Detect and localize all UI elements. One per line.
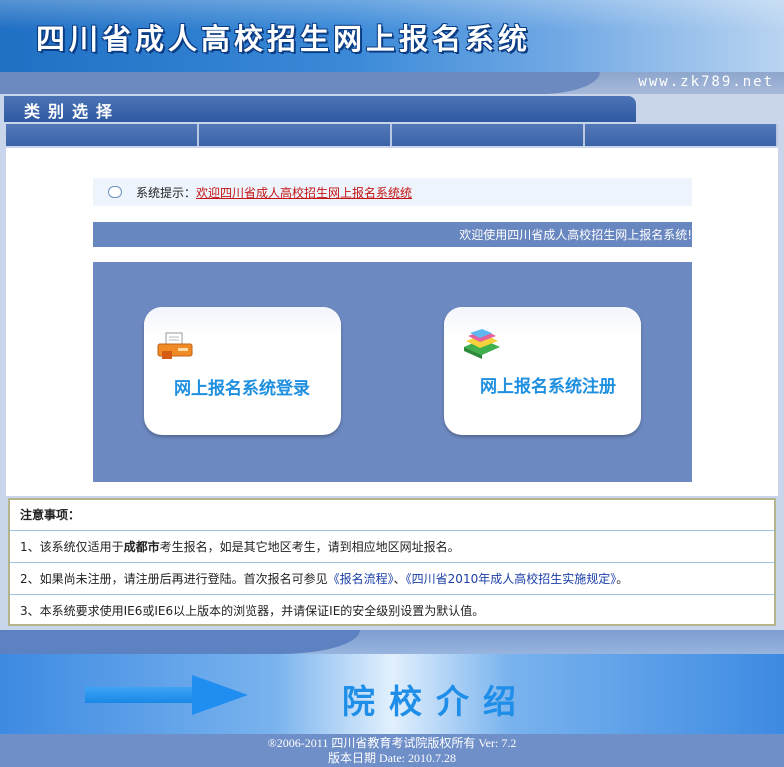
note-text: 。 <box>616 572 629 586</box>
category-label: 类别选择 <box>24 102 121 121</box>
note-text: 考生报名，如是其它地区考生，请到相应地区网址报名。 <box>159 540 460 554</box>
notes-title: 注意事项： <box>20 508 81 522</box>
arrow-right-icon <box>85 687 195 703</box>
note-item-3: 3、本系统要求使用IE6或IE6以上版本的浏览器，并请保证IE的安全级别设置为默… <box>20 604 485 618</box>
category-tab-4[interactable] <box>585 124 778 146</box>
category-tab-3[interactable] <box>392 124 585 146</box>
register-label[interactable]: 网上报名系统注册 <box>480 372 616 397</box>
note-text: 1、该系统仅适用于 <box>20 540 124 554</box>
site-title: 四川省成人高校招生网上报名系统 <box>36 22 532 56</box>
process-link[interactable]: 《报名流程》 <box>328 572 394 586</box>
notice-link[interactable]: 欢迎四川省成人高校招生网上报名系统统 <box>196 184 412 201</box>
regulation-link[interactable]: 《四川省2010年成人高校招生实施规定》 <box>406 572 617 586</box>
note-item-1: 1、该系统仅适用于成都市考生报名，如是其它地区考生，请到相应地区网址报名。 <box>20 532 760 562</box>
note-text: 2、如果尚未注册，请注册后再进行登陆。首次报名可参见 <box>20 572 328 586</box>
welcome-text: 欢迎使用四川省成人高校招生网上报名系统! <box>459 228 692 242</box>
note-highlight: 成都市 <box>123 540 160 554</box>
footer-curve <box>0 630 360 654</box>
category-tab-1[interactable] <box>6 124 199 146</box>
version-date: 版本日期 Date: 2010.7.28 <box>328 751 456 765</box>
divider <box>10 562 774 563</box>
category-strip <box>6 124 778 146</box>
note-item-2: 2、如果尚未注册，请注册后再进行登陆。首次报名可参见《报名流程》、《四川省201… <box>20 564 760 594</box>
books-icon <box>464 329 500 359</box>
url-bar-curve <box>0 72 600 94</box>
printer-icon <box>157 332 193 359</box>
login-card-button[interactable] <box>144 307 341 435</box>
divider <box>10 530 774 531</box>
speech-bubble-icon <box>108 186 122 198</box>
arrow-head-icon <box>192 675 248 715</box>
site-url: www.zk789.net <box>638 74 774 90</box>
divider <box>10 594 774 595</box>
category-tab-2[interactable] <box>199 124 392 146</box>
notice-label: 系统提示： <box>136 186 197 200</box>
copyright: ®2006-2011 四川省教育考试院版权所有 Ver: 7.2 版本日期 Da… <box>0 734 784 767</box>
copyright-line: ®2006-2011 四川省教育考试院版权所有 Ver: 7.2 <box>267 736 517 750</box>
register-card-button[interactable] <box>444 307 641 435</box>
notes-box: 注意事项： 1、该系统仅适用于成都市考生报名，如是其它地区考生，请到相应地区网址… <box>8 498 776 626</box>
note-text: 、 <box>393 572 406 586</box>
login-label[interactable]: 网上报名系统登录 <box>174 374 310 399</box>
school-intro-link[interactable]: 院校介绍 <box>342 675 530 723</box>
